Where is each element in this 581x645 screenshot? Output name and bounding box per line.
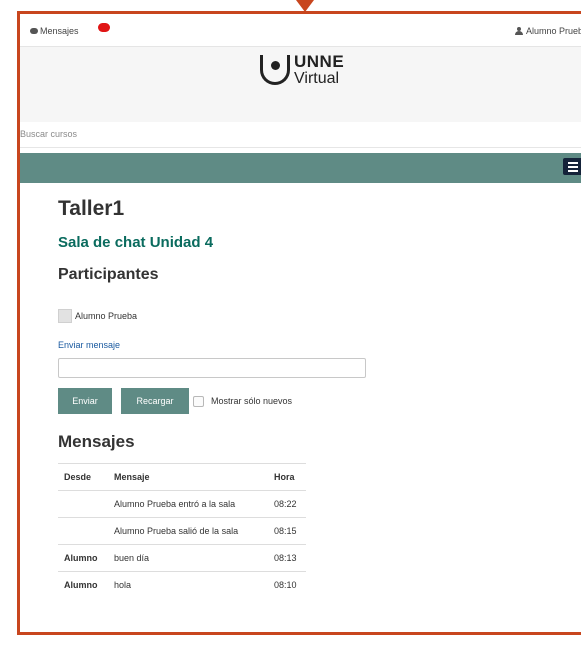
user-icon <box>514 27 523 35</box>
messages-table: Desde Mensaje Hora Alumno Prueba entró a… <box>58 463 306 598</box>
send-button[interactable]: Enviar <box>58 388 112 414</box>
messages-badge <box>98 23 110 32</box>
hamburger-icon <box>568 162 578 164</box>
cell-message: Alumno Prueba entró a la sala <box>108 490 268 518</box>
table-row: Alumno Prueba entró a la sala 08:22 <box>58 490 306 518</box>
message-input[interactable] <box>58 358 366 378</box>
cell-time: 08:13 <box>268 544 306 572</box>
messages-heading: Mensajes <box>58 432 135 451</box>
cell-message: Alumno Prueba salió de la sala <box>108 517 268 545</box>
participants-heading: Participantes <box>58 266 159 283</box>
logo-text-virtual: Virtual <box>294 70 340 87</box>
page-title: Taller1 <box>58 197 125 220</box>
menu-button[interactable] <box>563 158 581 175</box>
cell-from: Alumno <box>58 544 108 572</box>
cell-from <box>58 490 108 518</box>
cell-from: Alumno <box>58 571 108 598</box>
table-row: Alumno Prueba salió de la sala 08:15 <box>58 517 306 545</box>
messages-link[interactable]: Mensajes <box>30 26 79 36</box>
participant-item[interactable]: Alumno Prueba <box>58 308 581 324</box>
only-new-label: Mostrar sólo nuevos <box>211 396 293 406</box>
chat-icon <box>30 28 38 34</box>
avatar <box>58 309 72 323</box>
send-message-label: Enviar mensaje <box>58 340 121 350</box>
user-name: Alumno Prueb <box>525 26 581 36</box>
column-header-message: Mensaje <box>108 463 268 491</box>
annotation-frame: Mensajes Alumno Prueb UNNE Virtual Talle… <box>17 11 581 635</box>
logo-text-unne: UNNE <box>294 52 345 71</box>
main-content: Taller1 Sala de chat Unidad 4 Participan… <box>20 183 581 598</box>
compose-actions: Enviar Recargar Mostrar sólo nuevos <box>58 388 581 414</box>
messages-link-label: Mensajes <box>40 26 79 36</box>
site-header: UNNE Virtual <box>20 47 581 122</box>
nav-bar <box>20 153 581 183</box>
user-menu[interactable]: Alumno Prueb <box>514 26 581 36</box>
only-new-checkbox[interactable] <box>193 395 204 407</box>
table-row: Alumno hola 08:10 <box>58 571 306 598</box>
logo-mark-icon <box>260 55 290 85</box>
cell-time: 08:22 <box>268 490 306 518</box>
cell-time: 08:10 <box>268 571 306 598</box>
column-header-from: Desde <box>58 463 108 491</box>
reload-button[interactable]: Recargar <box>121 388 189 414</box>
activity-title: Sala de chat Unidad 4 <box>58 234 214 251</box>
cell-from <box>58 517 108 545</box>
top-bar: Mensajes Alumno Prueb <box>20 14 581 47</box>
column-header-time: Hora <box>268 463 306 491</box>
cell-message: hola <box>108 571 268 598</box>
table-header-row: Desde Mensaje Hora <box>58 463 306 491</box>
site-logo[interactable]: UNNE Virtual <box>260 53 344 87</box>
cell-time: 08:15 <box>268 517 306 545</box>
participant-name: Alumno Prueba <box>75 311 138 321</box>
search-input[interactable] <box>20 126 540 142</box>
cell-message: buen día <box>108 544 268 572</box>
search-bar <box>20 122 581 148</box>
table-row: Alumno buen día 08:13 <box>58 544 306 572</box>
